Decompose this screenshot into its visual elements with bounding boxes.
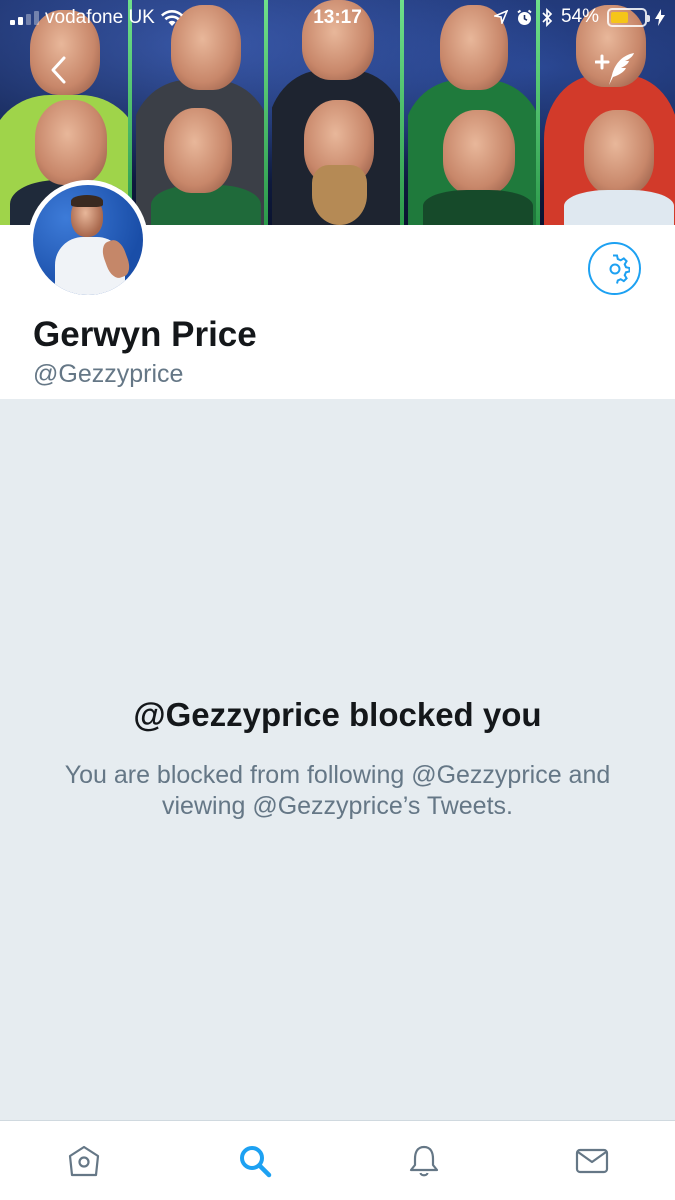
gear-icon xyxy=(609,254,630,284)
alarm-icon xyxy=(517,9,532,25)
avatar-photo xyxy=(33,185,143,295)
home-icon xyxy=(68,1145,100,1177)
profile-handle: @Gezzyprice xyxy=(33,360,184,388)
search-icon xyxy=(240,1146,272,1178)
compose-tweet-button[interactable] xyxy=(592,48,640,92)
profile-settings-button[interactable] xyxy=(588,242,641,295)
battery-percentage: 54% xyxy=(560,6,599,27)
notifications-icon xyxy=(409,1145,439,1177)
blocked-description: You are blocked from following @Gezzypri… xyxy=(64,761,611,820)
profile-avatar[interactable] xyxy=(28,180,148,300)
compose-tweet-icon xyxy=(595,53,634,85)
battery-icon xyxy=(607,7,650,27)
profile-display-name: Gerwyn Price xyxy=(33,315,257,354)
messages-icon xyxy=(575,1148,609,1174)
tab-notifications[interactable] xyxy=(402,1141,446,1181)
status-bar: vodafone UK 13:17 54% xyxy=(0,0,675,36)
tab-home[interactable] xyxy=(62,1141,106,1181)
blocked-title: @Gezzyprice blocked you xyxy=(133,696,542,733)
tab-search[interactable] xyxy=(233,1141,277,1181)
charging-icon xyxy=(655,8,665,26)
location-icon xyxy=(493,10,508,24)
chevron-left-icon xyxy=(51,56,66,84)
back-button[interactable] xyxy=(38,50,78,90)
battery-level-fill xyxy=(611,11,629,23)
tab-messages[interactable] xyxy=(570,1141,614,1181)
bottom-tab-bar xyxy=(0,1120,675,1200)
bluetooth-icon xyxy=(542,7,553,27)
